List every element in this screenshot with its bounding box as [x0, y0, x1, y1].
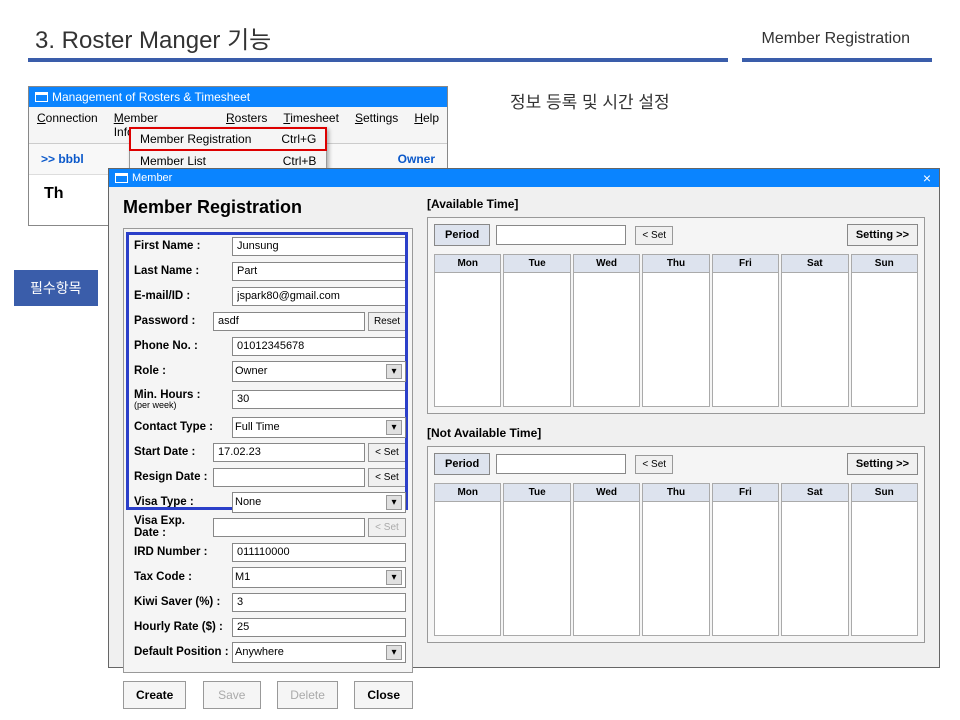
- kiwi-saver-input[interactable]: [232, 593, 406, 612]
- main-title-text: Management of Rosters & Timesheet: [52, 90, 250, 104]
- notavail-period-input[interactable]: [496, 454, 626, 474]
- member-title-text: Member: [132, 172, 172, 184]
- notavail-period-button[interactable]: Period: [434, 453, 490, 475]
- dropdown-shortcut: Ctrl+G: [281, 132, 316, 146]
- resign-date-input[interactable]: [213, 468, 365, 487]
- menu-settings[interactable]: Settings: [347, 107, 406, 143]
- avail-day-grid: Mon Tue Wed Thu Fri Sat Sun: [434, 254, 918, 407]
- avail-period-input[interactable]: [496, 225, 626, 245]
- label-ird: IRD Number :: [130, 546, 232, 558]
- dropdown-label: Member Registration: [140, 132, 251, 146]
- menu-help[interactable]: Help: [406, 107, 447, 143]
- contract-type-select[interactable]: Full Time: [232, 417, 406, 438]
- divider: [742, 58, 932, 62]
- available-time-title: [Available Time]: [427, 197, 925, 211]
- password-input[interactable]: [213, 312, 365, 331]
- notavail-set-button[interactable]: < Set: [635, 455, 673, 474]
- label-tax-code: Tax Code :: [130, 571, 232, 583]
- not-available-time-title: [Not Available Time]: [427, 426, 925, 440]
- member-info-dropdown: Member Registration Ctrl+G Member List C…: [129, 127, 327, 173]
- dropdown-member-registration[interactable]: Member Registration Ctrl+G: [130, 128, 326, 150]
- start-date-set-button[interactable]: < Set: [368, 443, 406, 462]
- hourly-rate-input[interactable]: [232, 618, 406, 637]
- visa-type-select[interactable]: None: [232, 492, 406, 513]
- notavail-col-thu[interactable]: Thu: [642, 483, 709, 636]
- label-password: Password :: [130, 315, 213, 327]
- member-dialog: Member × Member Registration First Name …: [108, 168, 940, 668]
- label-visa-type: Visa Type :: [130, 496, 232, 508]
- reset-button[interactable]: Reset: [368, 312, 406, 331]
- label-start-date: Start Date :: [130, 446, 213, 458]
- main-titlebar: Management of Rosters & Timesheet: [29, 87, 447, 107]
- avail-col-sat[interactable]: Sat: [781, 254, 848, 407]
- resign-date-set-button[interactable]: < Set: [368, 468, 406, 487]
- avail-col-fri[interactable]: Fri: [712, 254, 779, 407]
- label-visa-exp: Visa Exp. Date :: [130, 515, 213, 539]
- label-role: Role :: [130, 365, 232, 377]
- dropdown-shortcut: Ctrl+B: [283, 154, 317, 168]
- min-hours-input[interactable]: [232, 390, 406, 409]
- close-icon[interactable]: ×: [923, 170, 931, 186]
- notavail-col-wed[interactable]: Wed: [573, 483, 640, 636]
- create-button[interactable]: Create: [123, 681, 186, 709]
- breadcrumb-right: Owner: [398, 152, 435, 166]
- label-min-hours: Min. Hours :(per week): [130, 389, 232, 410]
- avail-col-wed[interactable]: Wed: [573, 254, 640, 407]
- label-last-name: Last Name :: [130, 265, 232, 277]
- member-form: First Name : Last Name : E-mail/ID : Pas…: [123, 228, 413, 673]
- label-contract-type: Contact Type :: [130, 421, 232, 433]
- slide-title: 3. Roster Manger 기능: [35, 20, 271, 55]
- form-actions: Create Save Delete Close: [123, 673, 413, 709]
- label-phone: Phone No. :: [130, 340, 232, 352]
- notavail-day-grid: Mon Tue Wed Thu Fri Sat Sun: [434, 483, 918, 636]
- label-kiwi-saver: Kiwi Saver (%) :: [130, 596, 232, 608]
- last-name-input[interactable]: [232, 262, 406, 281]
- notavail-setting-button[interactable]: Setting >>: [847, 453, 918, 475]
- breadcrumb-left: >> bbbl: [41, 152, 84, 166]
- tax-code-select[interactable]: M1: [232, 567, 406, 588]
- notavail-col-mon[interactable]: Mon: [434, 483, 501, 636]
- first-name-input[interactable]: [232, 237, 406, 256]
- avail-col-thu[interactable]: Thu: [642, 254, 709, 407]
- label-email: E-mail/ID :: [130, 290, 232, 302]
- save-button: Save: [203, 681, 261, 709]
- label-first-name: First Name :: [130, 240, 232, 252]
- visa-exp-input[interactable]: [213, 518, 365, 537]
- phone-input[interactable]: [232, 337, 406, 356]
- required-fields-callout: 필수항목: [14, 270, 98, 306]
- ird-input[interactable]: [232, 543, 406, 562]
- member-titlebar: Member ×: [109, 169, 939, 187]
- close-button[interactable]: Close: [354, 681, 413, 709]
- menu-connection[interactable]: Connection: [29, 107, 106, 143]
- email-input[interactable]: [232, 287, 406, 306]
- divider: [28, 58, 728, 62]
- notavail-col-sun[interactable]: Sun: [851, 483, 918, 636]
- visa-exp-set-button: < Set: [368, 518, 406, 537]
- role-select[interactable]: Owner: [232, 361, 406, 382]
- label-default-position: Default Position :: [130, 646, 232, 658]
- member-heading: Member Registration: [123, 197, 413, 218]
- label-hourly-rate: Hourly Rate ($) :: [130, 621, 232, 633]
- avail-set-button[interactable]: < Set: [635, 226, 673, 245]
- slide-subtitle: Member Registration: [762, 30, 911, 48]
- avail-setting-button[interactable]: Setting >>: [847, 224, 918, 246]
- available-time-panel: Period < Set Setting >> Mon Tue Wed Thu …: [427, 217, 925, 414]
- notavail-col-tue[interactable]: Tue: [503, 483, 570, 636]
- avail-col-mon[interactable]: Mon: [434, 254, 501, 407]
- notavail-col-sat[interactable]: Sat: [781, 483, 848, 636]
- avail-col-tue[interactable]: Tue: [503, 254, 570, 407]
- app-icon: [115, 173, 128, 183]
- not-available-time-panel: Period < Set Setting >> Mon Tue Wed Thu …: [427, 446, 925, 643]
- default-position-select[interactable]: Anywhere: [232, 642, 406, 663]
- dropdown-label: Member List: [140, 154, 206, 168]
- label-resign-date: Resign Date :: [130, 471, 213, 483]
- avail-col-sun[interactable]: Sun: [851, 254, 918, 407]
- caption-korean: 정보 등록 및 시간 설정: [510, 88, 670, 113]
- avail-period-button[interactable]: Period: [434, 224, 490, 246]
- start-date-input[interactable]: [213, 443, 365, 462]
- notavail-col-fri[interactable]: Fri: [712, 483, 779, 636]
- app-icon: [35, 92, 48, 102]
- delete-button: Delete: [277, 681, 338, 709]
